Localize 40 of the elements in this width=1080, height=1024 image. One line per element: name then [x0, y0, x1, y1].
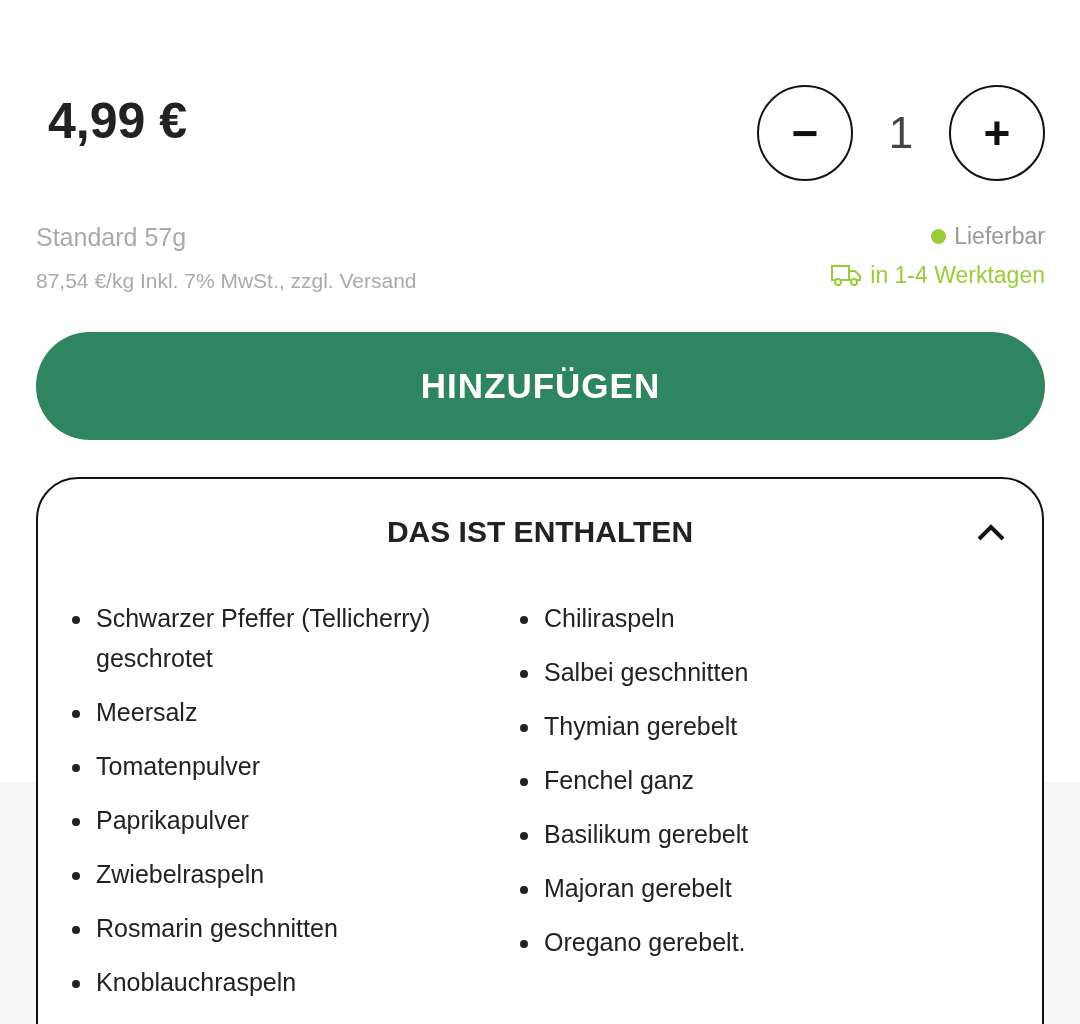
ingredient-item: Thymian gerebelt: [544, 711, 738, 742]
unit-price: 87,54 €/kg Inkl. 7% MwSt., zzgl. Versand: [36, 267, 417, 294]
delivery-time: in 1-4 Werktagen: [870, 260, 1045, 290]
ingredient-item: Meersalz: [96, 697, 198, 728]
truck-icon: [830, 262, 863, 287]
ingredient-item: Fenchel ganz: [544, 765, 695, 796]
bullet-icon: [520, 616, 528, 624]
ingredient-item: Tomatenpulver: [96, 751, 260, 782]
ingredient-item: Knoblauchraspeln: [96, 967, 297, 998]
ingredient-item: Majoran gerebelt: [544, 873, 732, 904]
bullet-icon: [520, 670, 528, 678]
ingredients-title[interactable]: DAS IST ENTHALTEN: [386, 509, 694, 554]
bullet-icon: [520, 886, 528, 894]
bullet-icon: [72, 818, 80, 826]
bullet-icon: [72, 872, 80, 880]
bullet-icon: [520, 724, 528, 732]
ingredient-item: Paprikapulver: [96, 805, 249, 836]
variant-label: Standard 57g: [36, 222, 188, 253]
ingredient-item: Basilikum gerebelt: [544, 819, 749, 850]
bullet-icon: [72, 980, 80, 988]
availability-label: Lieferbar: [954, 222, 1045, 251]
add-to-cart-button[interactable]: HINZUFÜGEN: [36, 332, 1045, 440]
price: 4,99 €: [48, 96, 187, 146]
ingredient-item: Zwiebelraspeln: [96, 859, 265, 890]
bullet-icon: [72, 616, 80, 624]
ingredient-item: Chiliraspeln: [544, 603, 675, 634]
bullet-icon: [72, 710, 80, 718]
bullet-icon: [72, 764, 80, 772]
bullet-icon: [520, 778, 528, 786]
chevron-up-icon[interactable]: [976, 523, 1006, 541]
ingredient-item: Schwarzer Pfeffer (Tellicherry) geschrotet: [96, 603, 432, 674]
bullet-icon: [520, 832, 528, 840]
ingredient-item: Salbei geschnitten: [544, 657, 749, 688]
ingredient-item: Oregano gerebelt.: [544, 927, 746, 958]
quantity-value: 1: [887, 107, 915, 159]
increase-button[interactable]: +: [949, 85, 1045, 181]
bullet-icon: [72, 926, 80, 934]
decrease-button[interactable]: −: [757, 85, 853, 181]
ingredient-item: Rosmarin geschnitten: [96, 913, 338, 944]
bullet-icon: [520, 940, 528, 948]
